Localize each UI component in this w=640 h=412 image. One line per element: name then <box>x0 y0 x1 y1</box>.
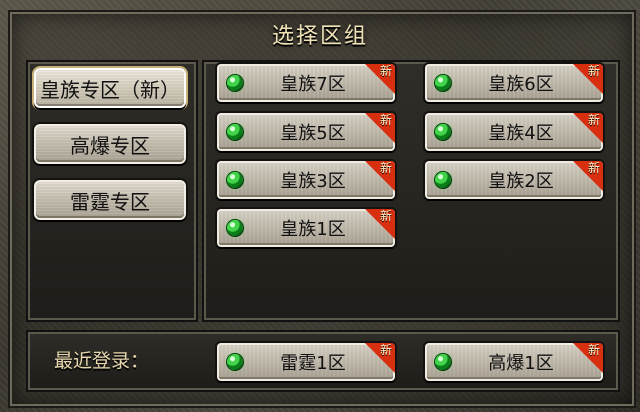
server-button-royal4[interactable]: 皇族4区 新 <box>425 113 603 151</box>
green-status-icon <box>435 124 451 140</box>
new-badge-text: 新 <box>587 113 600 127</box>
zone-tab-royal[interactable]: 皇族专区（新） <box>34 68 186 108</box>
new-badge-text: 新 <box>379 64 392 78</box>
green-status-icon <box>435 172 451 188</box>
green-status-icon <box>435 354 451 370</box>
server-button-royal7[interactable]: 皇族7区 新 <box>217 64 395 102</box>
new-badge-icon: 新 <box>365 161 395 191</box>
recent-login-label: 最近登录： <box>54 350 150 372</box>
server-button-royal2[interactable]: 皇族2区 新 <box>425 161 603 199</box>
new-badge-text: 新 <box>587 343 600 357</box>
recent-server-highdrop1[interactable]: 高爆1区 新 <box>425 343 603 381</box>
server-button-royal6[interactable]: 皇族6区 新 <box>425 64 603 102</box>
new-badge-text: 新 <box>379 161 392 175</box>
zone-tab-highdrop[interactable]: 高爆专区 <box>34 124 186 164</box>
new-badge-icon: 新 <box>573 343 603 373</box>
server-button-royal5[interactable]: 皇族5区 新 <box>217 113 395 151</box>
new-badge-text: 新 <box>379 209 392 223</box>
server-button-royal3[interactable]: 皇族3区 新 <box>217 161 395 199</box>
green-status-icon <box>227 124 243 140</box>
new-badge-icon: 新 <box>573 113 603 143</box>
recent-server-thunder1[interactable]: 雷霆1区 新 <box>217 343 395 381</box>
green-status-icon <box>227 172 243 188</box>
new-badge-icon: 新 <box>365 343 395 373</box>
new-badge-text: 新 <box>587 161 600 175</box>
green-status-icon <box>227 220 243 236</box>
new-badge-text: 新 <box>587 64 600 78</box>
zone-tab-thunder[interactable]: 雷霆专区 <box>34 180 186 220</box>
new-badge-icon: 新 <box>573 161 603 191</box>
zone-tab-label: 高爆专区 <box>70 133 150 158</box>
new-badge-text: 新 <box>379 343 392 357</box>
new-badge-icon: 新 <box>365 64 395 94</box>
new-badge-text: 新 <box>379 113 392 127</box>
zone-tab-label: 皇族专区（新） <box>40 77 180 102</box>
green-status-icon <box>227 354 243 370</box>
new-badge-icon: 新 <box>365 113 395 143</box>
green-status-icon <box>227 75 243 91</box>
new-badge-icon: 新 <box>365 209 395 239</box>
new-badge-icon: 新 <box>573 64 603 94</box>
server-button-royal1[interactable]: 皇族1区 新 <box>217 209 395 247</box>
zone-tab-label: 雷霆专区 <box>70 189 150 214</box>
page-title: 选择区组 <box>271 24 368 49</box>
green-status-icon <box>435 75 451 91</box>
